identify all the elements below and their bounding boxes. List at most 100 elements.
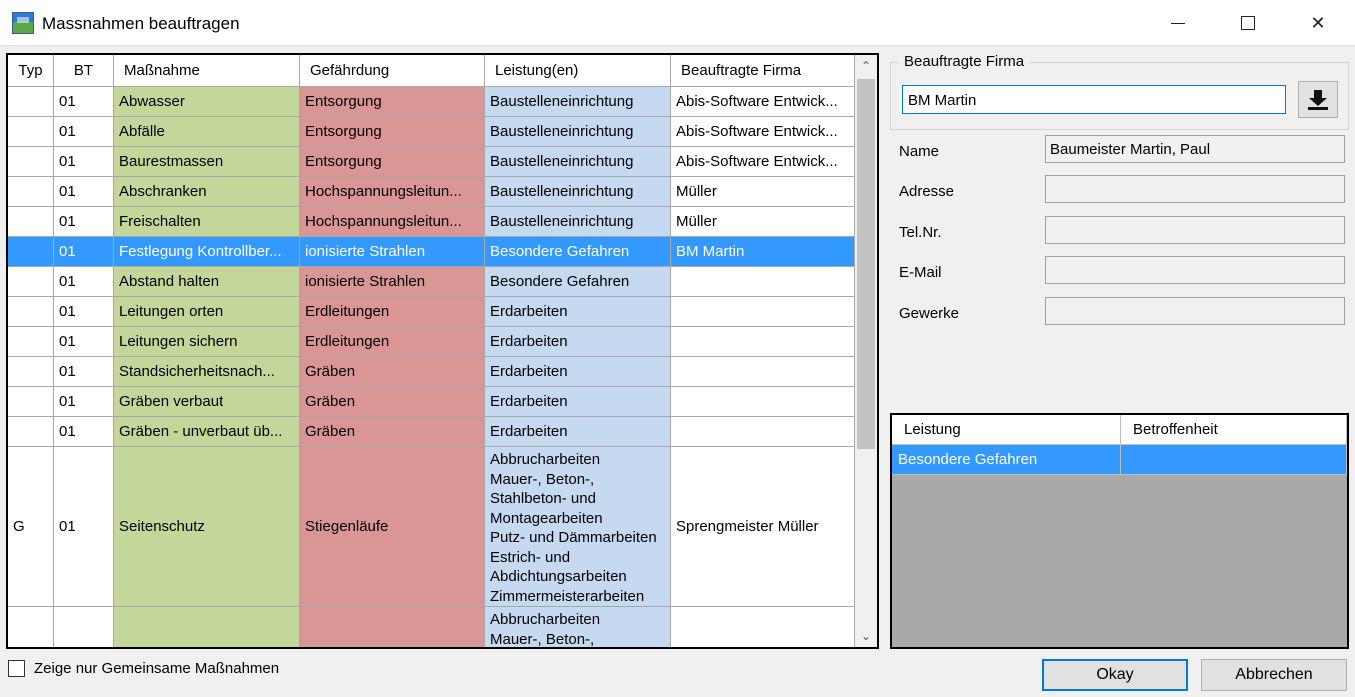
maximize-icon (1241, 16, 1255, 30)
table-row[interactable]: G 01 Seitenschutz Stiegenläufe Abbruchar… (8, 447, 855, 607)
cell-gefaehrdung: Erdleitungen (300, 297, 485, 327)
cell-gefaehrdung: Hochspannungsleitun... (300, 207, 485, 237)
cell-gefaehrdung: ionisierte Strahlen (300, 237, 485, 267)
cell-gefaehrdung (300, 607, 485, 647)
gemeinsame-checkbox[interactable] (8, 660, 25, 677)
cell-bt: 01 (54, 177, 114, 207)
column-header-typ[interactable]: Typ (8, 55, 54, 87)
cell-leistung: Abbrucharbeiten Mauer-, Beton-, (485, 607, 671, 647)
cell-firma: Müller (671, 207, 855, 237)
cell-gefaehrdung: Gräben (300, 387, 485, 417)
cell-gefaehrdung: ionisierte Strahlen (300, 267, 485, 297)
cell-gefaehrdung: Entsorgung (300, 87, 485, 117)
cell-firma: Abis-Software Entwick... (671, 117, 855, 147)
cell-bt: 01 (54, 417, 114, 447)
okay-button[interactable]: Okay (1042, 659, 1188, 691)
table-row[interactable]: 01 Gräben - unverbaut üb... Gräben Erdar… (8, 417, 855, 447)
gewerke-label: Gewerke (899, 305, 960, 322)
scrollbar-thumb[interactable] (857, 79, 875, 449)
cell-bt: 01 (54, 207, 114, 237)
cell-firma: BM Martin (671, 237, 855, 267)
cell-bt: 01 (54, 297, 114, 327)
download-icon (1308, 89, 1328, 110)
cell-massnahme: Leitungen orten (114, 297, 300, 327)
table-row-selected[interactable]: Besondere Gefahren (892, 445, 1347, 475)
cell-leistung: Erdarbeiten (485, 387, 671, 417)
column-header-leistung[interactable]: Leistung (892, 415, 1121, 445)
cell-massnahme (114, 607, 300, 647)
cell-firma: Sprengmeister Müller (671, 447, 855, 607)
cell-gefaehrdung: Erdleitungen (300, 327, 485, 357)
leistung-grid[interactable]: Leistung Betroffenheit Besondere Gefahre… (890, 413, 1349, 649)
column-header-bt[interactable]: BT (54, 55, 114, 87)
chevron-down-icon: ⌄ (860, 629, 872, 643)
cell-bt: 01 (54, 447, 114, 607)
scroll-down-button[interactable]: ⌄ (855, 625, 877, 647)
cell-firma (671, 387, 855, 417)
table-row[interactable]: 01 Freischalten Hochspannungsleitun... B… (8, 207, 855, 237)
cell-gefaehrdung: Gräben (300, 417, 485, 447)
grid-scrollbar[interactable]: ⌃ ⌄ (855, 55, 877, 647)
cell-leistung: Erdarbeiten (485, 417, 671, 447)
minimize-button[interactable] (1155, 0, 1201, 46)
cell-gefaehrdung: Stiegenläufe (300, 447, 485, 607)
cell-typ (8, 327, 54, 357)
column-header-firma[interactable]: Beauftragte Firma (671, 55, 855, 87)
table-row[interactable]: 01 Abfälle Entsorgung Baustelleneinricht… (8, 117, 855, 147)
adresse-field[interactable] (1045, 175, 1345, 203)
cell-typ (8, 237, 54, 267)
cell-firma (671, 417, 855, 447)
name-label: Name (899, 143, 940, 160)
gemeinsame-filter[interactable]: Zeige nur Gemeinsame Maßnahmen (8, 660, 279, 677)
table-row[interactable]: 01 Gräben verbaut Gräben Erdarbeiten (8, 387, 855, 417)
table-row[interactable]: 01 Leitungen sichern Erdleitungen Erdarb… (8, 327, 855, 357)
cell-leistung: Baustelleneinrichtung (485, 87, 671, 117)
cell-firma (671, 327, 855, 357)
email-field[interactable] (1045, 256, 1345, 284)
table-row[interactable]: 01 Abschranken Hochspannungsleitun... Ba… (8, 177, 855, 207)
cell-massnahme: Abwasser (114, 87, 300, 117)
massnahmen-grid[interactable]: Typ BT Maßnahme Gefährdung Leistung(en) … (6, 53, 879, 649)
maximize-button[interactable] (1225, 0, 1271, 46)
cell-gefaehrdung: Hochspannungsleitun... (300, 177, 485, 207)
cell-bt (54, 607, 114, 647)
table-row-selected[interactable]: 01 Festlegung Kontrollber... ionisierte … (8, 237, 855, 267)
cancel-button[interactable]: Abbrechen (1201, 659, 1347, 691)
firma-input[interactable]: BM Martin (902, 85, 1286, 114)
cell-leistung: Baustelleneinrichtung (485, 177, 671, 207)
cell-leistung: Erdarbeiten (485, 327, 671, 357)
column-header-betroffenheit[interactable]: Betroffenheit (1121, 415, 1347, 445)
telnr-field[interactable] (1045, 216, 1345, 244)
cell-leistung: Erdarbeiten (485, 297, 671, 327)
column-header-gefaehrdung[interactable]: Gefährdung (300, 55, 485, 87)
cell-typ (8, 117, 54, 147)
cell-massnahme: Gräben verbaut (114, 387, 300, 417)
column-header-leistung[interactable]: Leistung(en) (485, 55, 671, 87)
table-row[interactable]: 01 Abstand halten ionisierte Strahlen Be… (8, 267, 855, 297)
cell-typ (8, 177, 54, 207)
cell-firma (671, 357, 855, 387)
email-label: E-Mail (899, 264, 942, 281)
cell-massnahme: Abschranken (114, 177, 300, 207)
cell-bt: 01 (54, 357, 114, 387)
table-row[interactable]: 01 Baurestmassen Entsorgung Baustellenei… (8, 147, 855, 177)
table-row[interactable]: 01 Abwasser Entsorgung Baustelleneinrich… (8, 87, 855, 117)
scroll-up-button[interactable]: ⌃ (855, 55, 877, 77)
column-header-massnahme[interactable]: Maßnahme (114, 55, 300, 87)
cell-betroffenheit (1121, 445, 1347, 475)
telnr-label: Tel.Nr. (899, 224, 942, 241)
cell-typ (8, 607, 54, 647)
close-button[interactable]: ✕ (1295, 0, 1341, 46)
minimize-icon (1171, 22, 1185, 24)
name-field[interactable]: Baumeister Martin, Paul (1045, 135, 1345, 163)
cell-typ (8, 357, 54, 387)
cell-massnahme: Seitenschutz (114, 447, 300, 607)
table-row[interactable]: 01 Leitungen orten Erdleitungen Erdarbei… (8, 297, 855, 327)
download-button[interactable] (1298, 81, 1338, 118)
gewerke-field[interactable] (1045, 297, 1345, 325)
cell-leistung: Baustelleneinrichtung (485, 147, 671, 177)
table-row[interactable]: 01 Standsicherheitsnach... Gräben Erdarb… (8, 357, 855, 387)
cell-firma: Müller (671, 177, 855, 207)
table-row[interactable]: Abbrucharbeiten Mauer-, Beton-, (8, 607, 855, 647)
cell-firma: Abis-Software Entwick... (671, 147, 855, 177)
